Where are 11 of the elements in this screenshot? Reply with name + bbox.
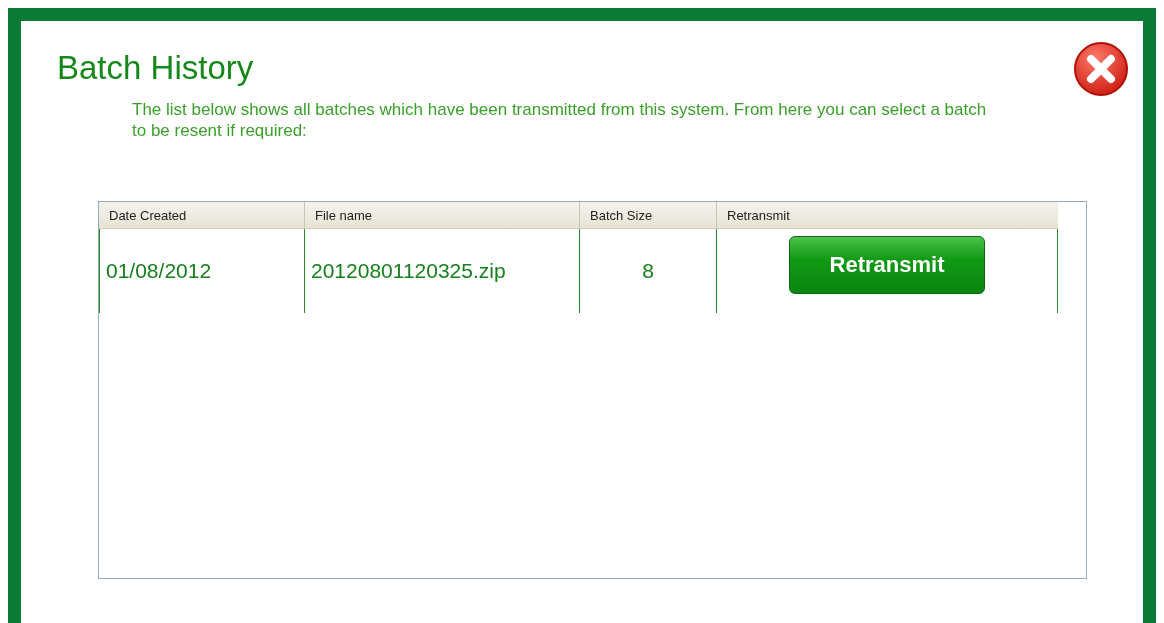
column-header: Retransmit <box>716 202 1058 228</box>
description-text: The list below shows all batches which have been transmitted from this system. From here you can select a batch to be resent if required: <box>132 99 988 141</box>
dialog-title: Batch History <box>57 49 254 87</box>
column-header: File name <box>304 202 579 228</box>
table-cell: 01/08/2012 <box>99 229 304 313</box>
column-header: Batch Size <box>579 202 716 228</box>
table-cell: 20120801120325.zip <box>304 229 579 313</box>
close-icon[interactable] <box>1073 41 1129 97</box>
column-header: Date Created <box>108 207 188 225</box>
retransmit-button[interactable]: Retransmit <box>789 236 985 294</box>
table-cell: 8 <box>579 229 716 313</box>
